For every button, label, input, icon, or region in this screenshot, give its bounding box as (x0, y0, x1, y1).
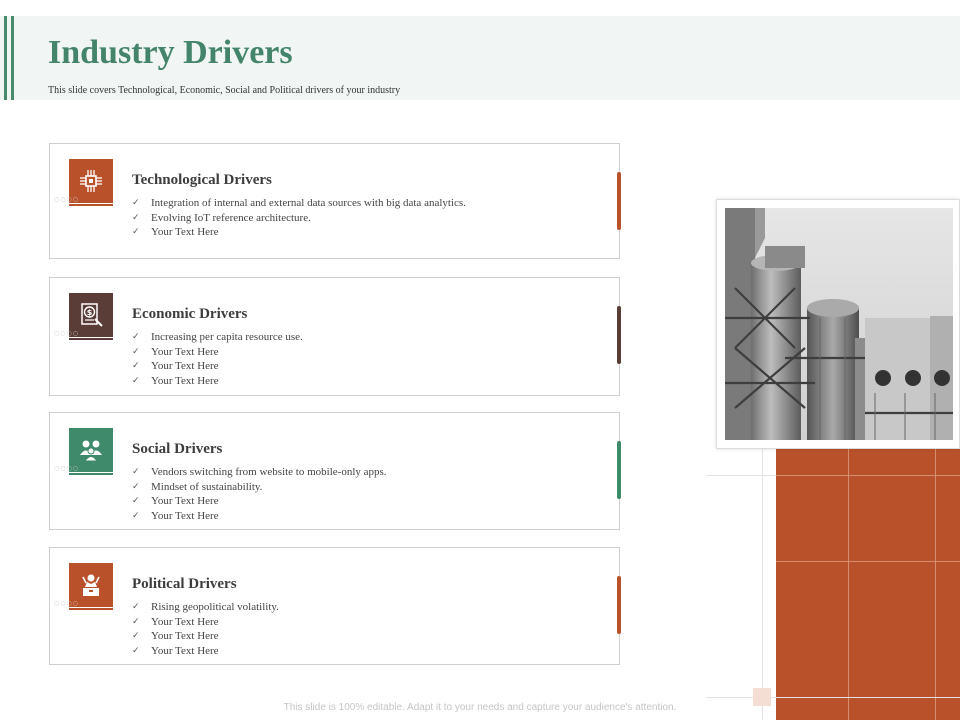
page-subtitle: This slide covers Technological, Economi… (48, 85, 401, 96)
bullet-list: Increasing per capita resource use. Your… (132, 330, 303, 388)
card-title: Technological Drivers (132, 172, 272, 188)
decorative-grid-line (776, 475, 960, 476)
bullet-item: Your Text Here (132, 225, 466, 240)
card-title: Political Drivers (132, 576, 237, 592)
bullet-item: Your Text Here (132, 615, 279, 630)
bullet-item: Your Text Here (132, 374, 303, 389)
bullet-item: Your Text Here (132, 644, 279, 659)
card-title: Economic Drivers (132, 306, 248, 322)
bullet-item: Integration of internal and external dat… (132, 196, 466, 211)
bullet-item: Vendors switching from website to mobile… (132, 465, 387, 480)
page-title: Industry Drivers (48, 34, 293, 71)
bullet-item: Rising geopolitical volatility. (132, 600, 279, 615)
decorative-dots: ○○○○ (54, 600, 79, 607)
driver-card-social[interactable]: ○○○○ Social Drivers Vendors switching fr… (49, 412, 621, 530)
card-side-marker (617, 172, 621, 230)
photo-frame (716, 199, 960, 449)
bullet-list: Rising geopolitical volatility. Your Tex… (132, 600, 279, 658)
bullet-item: Your Text Here (132, 345, 303, 360)
decorative-dots: ○○○○ (54, 196, 79, 203)
card-title: Social Drivers (132, 441, 223, 457)
driver-card-economic[interactable]: $ ○○○○ Economic Drivers Increasing per c… (49, 277, 621, 396)
decorative-dots: ○○○○ (54, 465, 79, 472)
dollar-document-icon: $ (81, 303, 103, 327)
industrial-silos-photo (725, 208, 953, 440)
people-group-icon (80, 440, 102, 462)
bullet-list: Integration of internal and external dat… (132, 196, 466, 240)
bullet-item: Your Text Here (132, 509, 387, 524)
decorative-orange-block (776, 449, 960, 720)
footer-note: This slide is 100% editable. Adapt it to… (283, 702, 677, 713)
bullet-item: Your Text Here (132, 629, 279, 644)
bullet-item: Mindset of sustainability. (132, 480, 387, 495)
card-side-marker (617, 576, 621, 634)
decorative-dots: ○○○○ (54, 330, 79, 337)
card-side-marker (617, 306, 621, 364)
bullet-list: Vendors switching from website to mobile… (132, 465, 387, 523)
decorative-grid-line (935, 449, 936, 720)
circuit-chip-icon (80, 170, 102, 192)
decorative-grid-line (706, 697, 960, 698)
decorative-grid-line (848, 449, 849, 720)
bullet-item: Your Text Here (132, 359, 303, 374)
header-accent-bar (11, 16, 14, 100)
bullet-item: Your Text Here (132, 494, 387, 509)
card-side-marker (617, 441, 621, 499)
header-accent-bar (4, 16, 7, 100)
driver-card-technological[interactable]: ○○○○ Technological Drivers Integration o… (49, 143, 621, 259)
svg-text:$: $ (87, 308, 93, 317)
bullet-item: Evolving IoT reference architecture. (132, 211, 466, 226)
bullet-item: Increasing per capita resource use. (132, 330, 303, 345)
driver-card-political[interactable]: ○○○○ Political Drivers Rising geopolitic… (49, 547, 621, 665)
decorative-grid-line (762, 449, 763, 720)
decorative-grid-line (776, 561, 960, 562)
podium-speaker-icon (82, 574, 100, 596)
